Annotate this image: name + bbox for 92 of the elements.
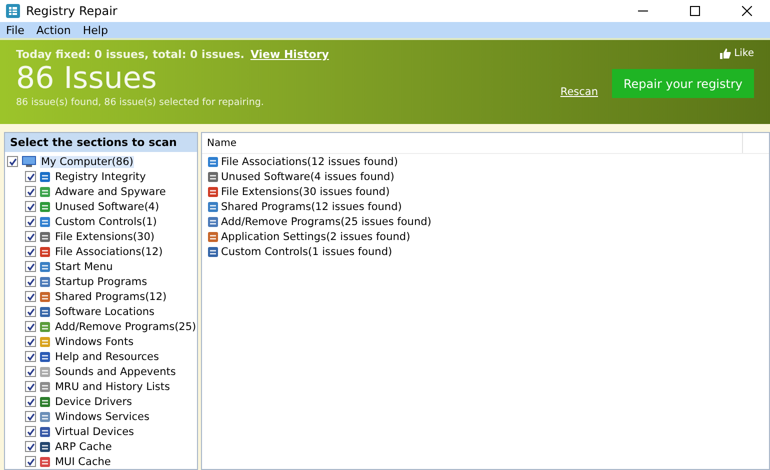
tree-checkbox[interactable] xyxy=(7,156,18,167)
item-icon xyxy=(39,276,51,288)
menu-item[interactable]: File xyxy=(2,24,32,36)
tree-item[interactable]: Help and Resources xyxy=(54,350,160,362)
computer-icon xyxy=(21,155,37,168)
panel-title: Select the sections to scan xyxy=(5,133,197,152)
tree-checkbox[interactable] xyxy=(25,456,36,467)
thumbs-up-icon xyxy=(720,48,732,59)
result-item[interactable]: Custom Controls(1 issues found) xyxy=(221,246,392,258)
issues-headline: 86 Issues xyxy=(16,61,158,97)
tree-item[interactable]: Start Menu xyxy=(54,260,114,272)
tree-checkbox[interactable] xyxy=(25,171,36,182)
window-title: Registry Repair xyxy=(26,4,118,18)
result-item[interactable]: Application Settings(2 issues found) xyxy=(221,230,410,242)
result-item[interactable]: File Extensions(30 issues found) xyxy=(221,186,390,198)
item-icon xyxy=(39,320,51,332)
item-icon xyxy=(39,350,51,362)
tree-item[interactable]: File Extensions(30) xyxy=(54,230,156,242)
item-icon xyxy=(207,216,219,228)
item-icon xyxy=(39,260,51,272)
tree-item[interactable]: My Computer(86) xyxy=(40,156,134,168)
tree-item[interactable]: Shared Programs(12) xyxy=(54,290,168,302)
today-summary: Today fixed: 0 issues, total: 0 issues. xyxy=(16,48,244,61)
tree-item[interactable]: Device Drivers xyxy=(54,396,134,408)
column-header[interactable]: Name xyxy=(202,133,743,153)
item-icon xyxy=(39,410,51,422)
tree-item[interactable]: Virtual Devices xyxy=(54,426,136,438)
like-button[interactable]: Like xyxy=(720,48,754,59)
item-icon xyxy=(39,396,51,408)
maximize-icon xyxy=(690,6,700,16)
tree-checkbox[interactable] xyxy=(25,351,36,362)
menu-item[interactable]: Action xyxy=(32,24,79,36)
item-icon xyxy=(39,290,51,302)
tree-item[interactable]: Sounds and Appevents xyxy=(54,366,177,378)
close-icon xyxy=(742,6,752,16)
app-icon xyxy=(6,4,20,18)
item-icon xyxy=(39,380,51,392)
item-icon xyxy=(207,200,219,212)
item-icon xyxy=(39,440,51,452)
tree-item[interactable]: File Associations(12) xyxy=(54,246,164,258)
item-icon xyxy=(39,216,51,228)
tree-checkbox[interactable] xyxy=(25,216,36,227)
result-item[interactable]: Add/Remove Programs(25 issues found) xyxy=(221,216,432,228)
tree-checkbox[interactable] xyxy=(25,261,36,272)
result-item[interactable]: Unused Software(4 issues found) xyxy=(221,170,394,182)
item-icon xyxy=(207,246,219,258)
tree-checkbox[interactable] xyxy=(25,231,36,242)
item-icon xyxy=(207,230,219,242)
tree-item[interactable]: Unused Software(4) xyxy=(54,200,160,212)
tree-checkbox[interactable] xyxy=(25,411,36,422)
tree-item[interactable]: Windows Fonts xyxy=(54,336,135,348)
result-item[interactable]: Shared Programs(12 issues found) xyxy=(221,200,402,212)
tree-checkbox[interactable] xyxy=(25,336,36,347)
tree-checkbox[interactable] xyxy=(25,381,36,392)
tree-item[interactable]: Adware and Spyware xyxy=(54,186,167,198)
tree-checkbox[interactable] xyxy=(25,441,36,452)
tree-checkbox[interactable] xyxy=(25,366,36,377)
item-icon xyxy=(39,246,51,258)
tree-item[interactable]: Software Locations xyxy=(54,306,156,318)
result-item[interactable]: File Associations(12 issues found) xyxy=(221,156,398,168)
tree-item[interactable]: Add/Remove Programs(25) xyxy=(54,320,197,332)
tree-item[interactable]: MRU and History Lists xyxy=(54,380,171,392)
item-icon xyxy=(207,156,219,168)
item-icon xyxy=(39,200,51,212)
item-icon xyxy=(39,230,51,242)
item-icon xyxy=(207,186,219,198)
tree-item[interactable]: ARP Cache xyxy=(54,440,113,452)
tree-checkbox[interactable] xyxy=(25,276,36,287)
menu-item[interactable]: Help xyxy=(78,24,116,36)
item-icon xyxy=(39,336,51,348)
item-icon xyxy=(39,170,51,182)
tree-checkbox[interactable] xyxy=(25,291,36,302)
tree-item[interactable]: Startup Programs xyxy=(54,276,148,288)
item-icon xyxy=(39,306,51,318)
tree-checkbox[interactable] xyxy=(25,321,36,332)
item-icon xyxy=(39,366,51,378)
item-icon xyxy=(39,186,51,198)
tree-item[interactable]: MUI Cache xyxy=(54,456,112,468)
tree-checkbox[interactable] xyxy=(25,426,36,437)
item-icon xyxy=(207,170,219,182)
tree-checkbox[interactable] xyxy=(25,396,36,407)
item-icon xyxy=(39,426,51,438)
tree-checkbox[interactable] xyxy=(25,246,36,257)
tree-item[interactable]: Custom Controls(1) xyxy=(54,216,158,228)
rescan-link[interactable]: Rescan xyxy=(560,86,598,98)
tree-item[interactable]: Windows Services xyxy=(54,410,150,422)
item-icon xyxy=(39,456,51,468)
tree-checkbox[interactable] xyxy=(25,186,36,197)
tree-checkbox[interactable] xyxy=(25,201,36,212)
tree-checkbox[interactable] xyxy=(25,306,36,317)
issues-summary: 86 issue(s) found, 86 issue(s) selected for repairing. xyxy=(16,97,265,108)
tree-item[interactable]: Registry Integrity xyxy=(54,170,147,182)
